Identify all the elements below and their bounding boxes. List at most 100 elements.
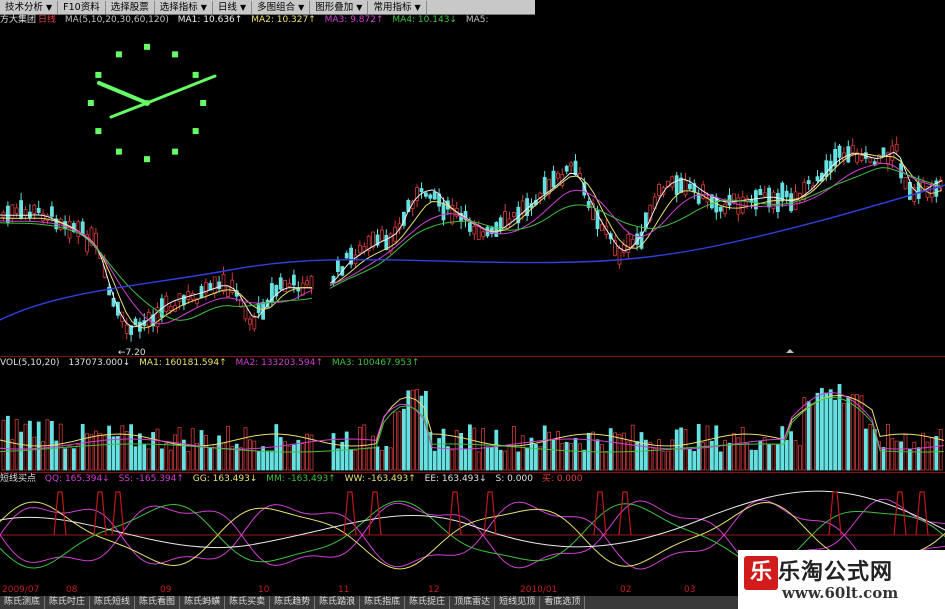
- candle-body: [894, 143, 899, 152]
- candle-body: [309, 275, 314, 290]
- buy-signal-spike: [343, 491, 357, 536]
- ind-mm: MM: -163.493↑: [266, 474, 336, 484]
- volume-bar: [463, 448, 468, 471]
- volume-bar: [727, 442, 732, 471]
- volume-bar: [410, 389, 415, 471]
- tab-indicator[interactable]: 陈氏指底: [360, 596, 406, 609]
- clock-second-hand: [109, 101, 149, 119]
- volume-bar: [76, 444, 81, 471]
- volume-bar: [335, 448, 340, 471]
- volume-bar: [432, 450, 437, 471]
- volume-bar: [516, 451, 521, 471]
- volume-bar: [287, 445, 292, 471]
- volume-bar: [116, 436, 120, 471]
- candle-body: [177, 293, 182, 303]
- candle-body: [384, 235, 389, 251]
- volume-bar: [177, 427, 182, 471]
- volume-bar: [199, 430, 204, 471]
- ma-line-green: [0, 167, 943, 321]
- watermark-title: 乐淘公式网: [778, 560, 894, 585]
- volume-bar: [538, 446, 543, 471]
- volume-bar: [190, 428, 195, 471]
- tab-indicator[interactable]: 陈氏吋庄: [45, 596, 91, 609]
- candle-body: [776, 192, 780, 213]
- date-label: 10: [258, 585, 270, 595]
- candle-body: [573, 160, 578, 176]
- volume-bar: [1, 419, 6, 471]
- tab-indicator[interactable]: 陈氏趋势: [270, 596, 316, 609]
- volume-bar: [89, 434, 94, 471]
- volume-bar: [274, 424, 279, 471]
- candle-body: [36, 207, 41, 213]
- candle-body: [806, 180, 811, 185]
- tab-indicator[interactable]: 陈氏蚂蟥: [180, 596, 226, 609]
- volume-bar: [886, 423, 890, 471]
- candle-body: [564, 165, 569, 172]
- volume-bar: [507, 445, 512, 471]
- indicator-info-row: 短线买点 QQ: 165.394↓ SS: -165.394↑ GG: 163.…: [0, 474, 588, 485]
- candle-body: [622, 244, 626, 254]
- tab-indicator[interactable]: 陈氏买卖: [225, 596, 271, 609]
- volume-bar: [234, 443, 239, 471]
- candle-body: [467, 222, 472, 232]
- volume-bar: [203, 434, 208, 471]
- candle-body: [32, 204, 37, 214]
- tab-indicator[interactable]: 陈氏捉庄: [405, 596, 451, 609]
- volume-bar: [512, 426, 516, 471]
- volume-bar: [208, 447, 213, 471]
- volume-bar: [173, 434, 178, 471]
- ind-name: 短线买点: [0, 474, 37, 484]
- volume-bar: [133, 446, 138, 471]
- volume-bar: [630, 424, 635, 471]
- volume-bar: [811, 403, 815, 471]
- volume-bar: [498, 449, 503, 471]
- volume-bar: [600, 444, 604, 471]
- volume-bar: [674, 429, 679, 471]
- volume-bar: [476, 451, 481, 471]
- volume-bar: [85, 433, 89, 471]
- candle-body: [569, 162, 573, 167]
- tab-indicator[interactable]: 看底选顶: [540, 596, 586, 609]
- volume-bar: [265, 450, 270, 471]
- panel-divider-1: [0, 356, 945, 357]
- candle-body: [19, 200, 24, 220]
- volume-bar: [745, 442, 749, 471]
- volume-bar: [67, 445, 72, 471]
- watermark: 乐 乐淘公式网 www.60lt.com: [738, 550, 945, 609]
- tab-indicator[interactable]: 陈氏踏浪: [315, 596, 361, 609]
- tab-indicator[interactable]: 短线见顶: [495, 596, 541, 609]
- candle-body: [762, 192, 767, 197]
- date-label: 09: [160, 585, 172, 595]
- tab-indicator[interactable]: 陈氏看图: [135, 596, 181, 609]
- tab-indicator[interactable]: 陈氏短线: [90, 596, 136, 609]
- candle-body: [428, 194, 433, 199]
- volume-bar: [155, 428, 160, 471]
- volume-bar: [582, 449, 587, 471]
- volume-bar: [467, 424, 472, 471]
- candle-body: [379, 229, 384, 241]
- volume-bar: [749, 449, 754, 471]
- clock-tick: [172, 148, 179, 155]
- candle-body: [10, 204, 15, 219]
- ind-ss: SS: -165.394↑: [118, 474, 184, 484]
- vol-ma3: MA3: 100467.953↑: [331, 358, 420, 368]
- ind-s: S: 0.000: [495, 474, 533, 484]
- panel-divider-2: [0, 472, 945, 473]
- volume-info-row: VOL(5,10,20) 137073.000↓ MA1: 160181.594…: [0, 358, 425, 369]
- tab-indicator[interactable]: 陈氏测底: [0, 596, 46, 609]
- volume-bar: [164, 443, 169, 471]
- buy-signal-spike: [893, 491, 907, 536]
- volume-bar: [573, 437, 578, 471]
- candle-body: [335, 260, 340, 273]
- volume-bar: [850, 394, 855, 471]
- volume-bar: [732, 433, 736, 471]
- volume-bar: [186, 450, 191, 471]
- volume-bar: [771, 444, 776, 471]
- volume-bar: [767, 444, 771, 471]
- volume-bar: [608, 428, 613, 471]
- tab-indicator[interactable]: 顶底雷达: [450, 596, 496, 609]
- volume-bar: [353, 449, 358, 471]
- panel-marker-icon: [786, 349, 794, 353]
- volume-bar: [6, 415, 10, 471]
- candle-body: [243, 305, 248, 320]
